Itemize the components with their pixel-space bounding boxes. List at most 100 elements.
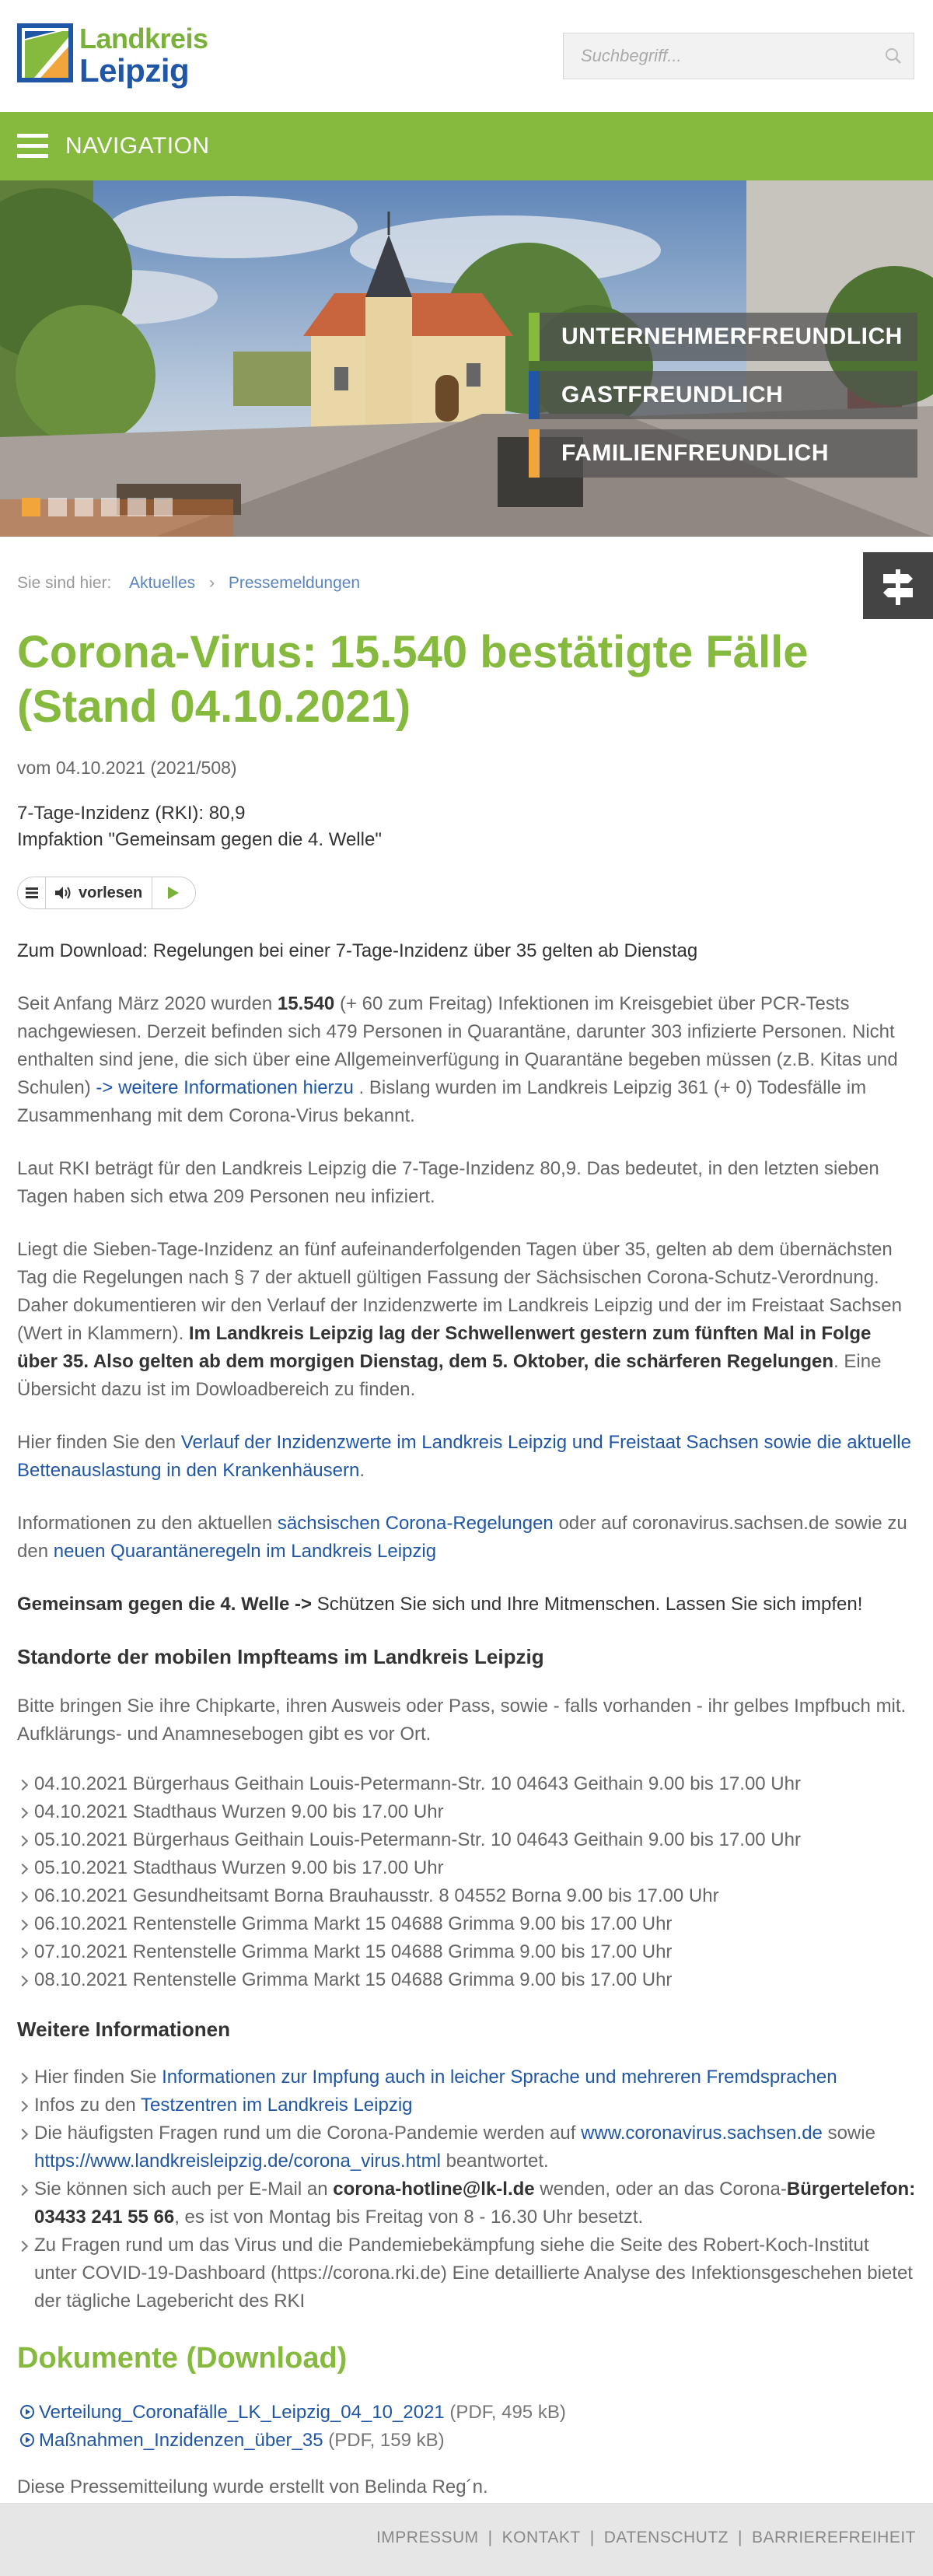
- download-arrow-icon: [20, 2433, 34, 2447]
- slogan-color-bar: [529, 313, 540, 361]
- site-logo[interactable]: Landkreis Leipzig: [17, 23, 208, 89]
- list-item: Zu Fragen rund um das Virus und die Pand…: [17, 2231, 916, 2315]
- download-arrow-icon: [20, 2405, 34, 2419]
- breadcrumb: Sie sind hier: Aktuelles › Pressemeldung…: [17, 574, 916, 605]
- text: wenden, oder an das Corona-: [534, 2179, 787, 2200]
- main-content: Sie sind hier: Aktuelles › Pressemeldung…: [17, 574, 916, 2501]
- link-coronavirus-sachsen[interactable]: www.coronavirus.sachsen.de: [581, 2123, 823, 2144]
- text: Schützen Sie sich und Ihre Mitmenschen. …: [312, 1594, 863, 1615]
- text: sowie: [822, 2123, 875, 2144]
- link-vaccination-languages[interactable]: Informationen zur Impfung auch in leiche…: [162, 2067, 837, 2088]
- link-quarantine-rules[interactable]: neuen Quarantäneregeln im Landkreis Leip…: [54, 1541, 436, 1562]
- slogan-panel: UNTERNEHMERFREUNDLICH GASTFREUNDLICH FAM…: [529, 313, 917, 488]
- text: Seit Anfang März 2020 wurden: [17, 993, 278, 1014]
- footer-link-impressum[interactable]: IMPRESSUM: [376, 2529, 479, 2546]
- paragraph-regulations: Informationen zu den aktuellen sächsisch…: [17, 1510, 916, 1566]
- breadcrumb-prefix: Sie sind hier:: [17, 574, 112, 592]
- text: , es ist von Montag bis Freitag von 8 - …: [174, 2207, 644, 2228]
- link-saxon-regulations[interactable]: sächsischen Corona-Regelungen: [278, 1513, 554, 1534]
- article-lead: 7-Tage-Inzidenz (RKI): 80,9 Impfaktion "…: [17, 800, 916, 853]
- list-item: 04.10.2021 Bürgerhaus Geithain Louis-Pet…: [17, 1770, 916, 1798]
- document-link[interactable]: Maßnahmen_Inzidenzen_über_35: [39, 2430, 323, 2451]
- site-footer: IMPRESSUM | KONTAKT | DATENSCHUTZ | BARRIEREFR…: [0, 2503, 933, 2576]
- slogan-text: FAMILIENFREUNDLICH: [561, 440, 829, 466]
- list-item: 05.10.2021 Bürgerhaus Geithain Louis-Pet…: [17, 1826, 916, 1854]
- footer-links: IMPRESSUM | KONTAKT | DATENSCHUTZ | BARRIEREFR…: [376, 2529, 916, 2547]
- list-item: 05.10.2021 Stadthaus Wurzen 9.00 bis 17.…: [17, 1854, 916, 1882]
- text: beantwortet.: [440, 2151, 549, 2172]
- campaign-highlight: Gemeinsam gegen die 4. Welle ->: [17, 1594, 313, 1615]
- navigation-toggle[interactable]: NAVIGATION: [17, 129, 210, 163]
- text: Hier finden Sie den: [17, 1432, 181, 1453]
- text: .: [359, 1460, 365, 1481]
- logo-mark-icon: [17, 23, 73, 82]
- play-icon: [168, 887, 180, 899]
- readspeaker-listen-button[interactable]: vorlesen: [46, 877, 153, 908]
- lead-line-incidence: 7-Tage-Inzidenz (RKI): 80,9: [17, 803, 246, 824]
- footer-link-kontakt[interactable]: KONTAKT: [502, 2529, 581, 2546]
- slider-dot[interactable]: [22, 498, 40, 516]
- slogan-unternehmerfreundlich[interactable]: UNTERNEHMERFREUNDLICH: [529, 313, 917, 361]
- footer-separator: |: [738, 2529, 743, 2546]
- site-header: Landkreis Leipzig: [0, 0, 933, 112]
- search-box: [563, 33, 914, 79]
- link-landkreis-corona[interactable]: https://www.landkreisleipzig.de/corona_v…: [34, 2151, 441, 2172]
- list-item: Sie können sich auch per E-Mail an coron…: [17, 2175, 916, 2231]
- download-note: Zum Download: Regelungen bei einer 7-Tag…: [17, 940, 698, 961]
- footer-separator: |: [487, 2529, 493, 2546]
- slider-dot[interactable]: [128, 498, 146, 516]
- slider-dot[interactable]: [75, 498, 93, 516]
- list-item: 08.10.2021 Rentenstelle Grimma Markt 15 …: [17, 1966, 916, 1994]
- breadcrumb-item-pressemeldungen[interactable]: Pressemeldungen: [229, 574, 360, 592]
- list-item: 06.10.2021 Gesundheitsamt Borna Brauhaus…: [17, 1882, 916, 1910]
- text: Hier finden Sie: [34, 2067, 162, 2088]
- slider-dot[interactable]: [101, 498, 120, 516]
- breadcrumb-item-aktuelles[interactable]: Aktuelles: [129, 574, 195, 592]
- document-meta: (PDF, 159 kB): [323, 2430, 445, 2451]
- heading-vaccination-sites: Standorte der mobilen Impfteams im Landk…: [17, 1645, 544, 1668]
- readspeaker-play-button[interactable]: [152, 877, 194, 908]
- document-meta: (PDF, 495 kB): [444, 2402, 566, 2423]
- logo-text-leipzig: Leipzig: [79, 52, 190, 89]
- search-icon: [886, 47, 901, 64]
- logo-text-landkreis: Landkreis: [79, 23, 208, 54]
- menu-icon: [25, 887, 38, 898]
- list-item: Hier finden Sie Informationen zur Impfun…: [17, 2063, 916, 2091]
- paragraph-campaign: Gemeinsam gegen die 4. Welle -> Schützen…: [17, 1591, 916, 1619]
- text: Sie können sich auch per E-Mail an: [34, 2179, 334, 2200]
- hamburger-icon: [17, 134, 48, 159]
- navigation-label: NAVIGATION: [65, 133, 210, 159]
- heading-documents: Dokumente (Download): [17, 2342, 348, 2375]
- slogan-gastfreundlich[interactable]: GASTFREUNDLICH: [529, 371, 917, 419]
- search-button[interactable]: [878, 41, 909, 72]
- list-item: 04.10.2021 Stadthaus Wurzen 9.00 bis 17.…: [17, 1798, 916, 1826]
- text: Infos zu den: [34, 2095, 141, 2116]
- list-item: Die häufigsten Fragen rund um die Corona…: [17, 2119, 916, 2175]
- link-more-info[interactable]: -> weitere Informationen hierzu: [96, 1077, 354, 1098]
- slogan-color-bar: [529, 429, 540, 478]
- paragraph-incidence: Laut RKI beträgt für den Landkreis Leipz…: [17, 1158, 879, 1207]
- readspeaker-menu-button[interactable]: [18, 877, 46, 908]
- lead-line-campaign: Impfaktion "Gemeinsam gegen die 4. Welle…: [17, 829, 382, 850]
- footer-link-datenschutz[interactable]: DATENSCHUTZ: [604, 2529, 729, 2546]
- footer-link-barrierefreiheit[interactable]: BARRIEREFREIHEIT: [752, 2529, 916, 2546]
- vaccination-sites-list: 04.10.2021 Bürgerhaus Geithain Louis-Pet…: [17, 1770, 916, 1994]
- document-item: Maßnahmen_Inzidenzen_über_35 (PDF, 159 k…: [17, 2427, 916, 2455]
- hero-slider: UNTERNEHMERFREUNDLICH GASTFREUNDLICH FAM…: [0, 180, 933, 537]
- document-link[interactable]: Verteilung_Coronafälle_LK_Leipzig_04_10_…: [39, 2402, 445, 2423]
- document-item: Verteilung_Coronafälle_LK_Leipzig_04_10_…: [17, 2399, 916, 2427]
- search-input[interactable]: [564, 33, 867, 79]
- paragraph-vaccination-notes: Bitte bringen Sie ihre Chipkarte, ihren …: [17, 1696, 907, 1745]
- paragraph-cases: Seit Anfang März 2020 wurden 15.540 (+ 6…: [17, 990, 916, 1130]
- slogan-familienfreundlich[interactable]: FAMILIENFREUNDLICH: [529, 429, 917, 478]
- text: Die häufigsten Fragen rund um die Corona…: [34, 2123, 582, 2144]
- text: Informationen zu den aktuellen: [17, 1513, 278, 1534]
- slider-dot[interactable]: [48, 498, 67, 516]
- author-note: Diese Pressemitteilung wurde erstellt vo…: [17, 2476, 488, 2497]
- list-item: Infos zu den Testzentren im Landkreis Le…: [17, 2091, 916, 2119]
- hotline-email: corona-hotline@lk-l.de: [333, 2179, 535, 2200]
- main-navigation-bar: NAVIGATION: [0, 112, 933, 180]
- slider-dot[interactable]: [154, 498, 173, 516]
- documents-list: Verteilung_Coronafälle_LK_Leipzig_04_10_…: [17, 2399, 916, 2455]
- link-test-centers[interactable]: Testzentren im Landkreis Leipzig: [141, 2095, 413, 2116]
